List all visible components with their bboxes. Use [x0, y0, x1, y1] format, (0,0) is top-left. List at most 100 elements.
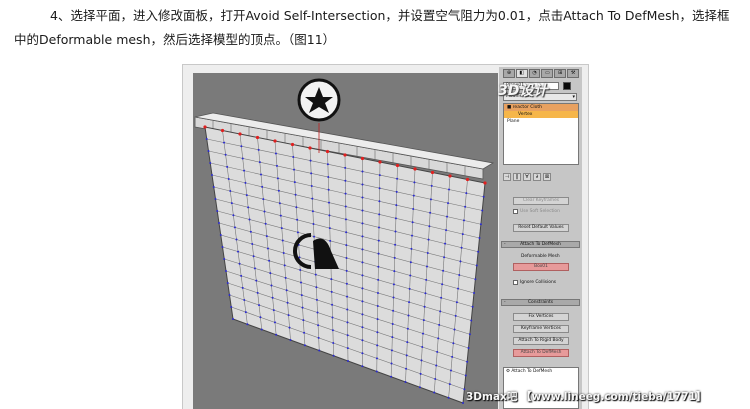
cloth-vertex: [282, 240, 284, 242]
cloth-vertex: [244, 182, 246, 184]
ignore-collisions-checkbox[interactable]: [513, 280, 518, 285]
cloth-vertex: [361, 274, 363, 276]
selected-vertex: [343, 153, 346, 156]
create-tab[interactable]: ⊕: [503, 69, 515, 78]
cloth-vertex: [422, 333, 424, 335]
cloth-vertex: [433, 392, 435, 394]
remove-modifier-icon[interactable]: ∂: [533, 173, 541, 181]
cloth-vertex: [245, 311, 247, 313]
watermark: 3Dmax吧 【www.lineeg.com/tieba/1771】: [466, 389, 706, 404]
object-color-swatch[interactable]: [563, 82, 571, 90]
deformable-mesh-label: Deformable Mesh: [521, 254, 560, 259]
cloth-vertex: [377, 279, 379, 281]
box01-pick-button[interactable]: Box01: [513, 263, 569, 271]
keyframe-vertices-button[interactable]: Keyframe Vertices: [513, 325, 569, 333]
selected-vertex: [291, 143, 294, 146]
cloth-vertex: [393, 283, 395, 285]
selected-vertex: [238, 132, 241, 135]
cloth-vertex: [426, 265, 428, 267]
cloth-vertex: [263, 210, 265, 212]
cloth-vertex: [376, 331, 378, 333]
cloth-vertex: [243, 299, 245, 301]
cloth-vertex: [273, 309, 275, 311]
cloth-vertex: [428, 225, 430, 227]
fix-vertices-button[interactable]: Fix Vertices: [513, 313, 569, 321]
cloth-vertex: [218, 222, 220, 224]
cloth-vertex: [311, 198, 313, 200]
constraints-rollout[interactable]: -Constraints: [501, 299, 580, 306]
cloth-vertex: [361, 261, 363, 263]
cloth-vertex: [223, 258, 225, 260]
cloth-vertex: [392, 323, 394, 325]
cloth-vertex: [361, 300, 363, 302]
clear-keyframes-button[interactable]: Clear Keyframes: [513, 197, 569, 205]
cloth-vertex: [240, 275, 242, 277]
display-tab[interactable]: ⊞: [554, 69, 566, 78]
cloth-vertex: [445, 229, 447, 231]
cloth-vertex: [477, 251, 479, 253]
stack-item-reactor-cloth[interactable]: ■ reactor Cloth: [504, 104, 578, 111]
cloth-vertex: [361, 287, 363, 289]
cloth-vertex: [452, 342, 454, 344]
list-item[interactable]: ⚙ Attach To DefMesh: [504, 368, 578, 375]
use-soft-selection-checkbox[interactable]: [513, 209, 518, 214]
cloth-vertex: [331, 304, 333, 306]
cloth-vertex: [262, 198, 264, 200]
make-unique-icon[interactable]: ∀: [523, 173, 531, 181]
use-soft-selection-label: Use Soft Selection: [520, 209, 560, 214]
cloth-vertex: [469, 333, 471, 335]
cloth-vertex: [424, 306, 426, 308]
perspective-viewport[interactable]: [193, 73, 498, 409]
selected-vertex: [256, 136, 259, 139]
selected-vertex: [326, 150, 329, 153]
cloth-vertex: [246, 323, 248, 325]
cloth-vertex: [431, 185, 433, 187]
cloth-vertex: [395, 204, 397, 206]
cloth-vertex: [292, 156, 294, 158]
reset-default-values-button[interactable]: Reset Default Values: [513, 224, 569, 232]
modify-tab[interactable]: ◧: [516, 69, 528, 78]
stack-item-vertex[interactable]: Vertex: [504, 111, 578, 118]
cloth-vertex: [251, 243, 253, 245]
cloth-vertex: [302, 307, 304, 309]
hierarchy-tab[interactable]: ◔: [529, 69, 541, 78]
cloth-vertex: [396, 178, 398, 180]
cloth-vertex: [237, 251, 239, 253]
selected-vertex: [466, 178, 469, 181]
attach-to-defmesh-button[interactable]: Attach To DefMesh: [513, 349, 569, 357]
cloth-vertex: [483, 196, 485, 198]
cloth-vertex: [259, 316, 261, 318]
attach-to-defmesh-rollout[interactable]: -Attach To DefMesh: [501, 241, 580, 248]
cloth-vertex: [295, 194, 297, 196]
utilities-tab[interactable]: ⚒: [567, 69, 579, 78]
cloth-vertex: [299, 269, 301, 271]
motion-tab[interactable]: ▭: [541, 69, 553, 78]
cloth-vertex: [481, 210, 483, 212]
cloth-vertex: [376, 344, 378, 346]
configure-sets-icon[interactable]: ⊠: [543, 173, 551, 181]
cloth-vertex: [346, 270, 348, 272]
cloth-vertex: [393, 270, 395, 272]
cloth-vertex: [447, 202, 449, 204]
cloth-vertex: [429, 212, 431, 214]
selected-vertex: [378, 160, 381, 163]
cloth-vertex: [412, 208, 414, 210]
cloth-vertex: [405, 381, 407, 383]
stack-item-plane[interactable]: Plane: [504, 118, 578, 125]
attach-to-rigid-body-button[interactable]: Attach To Rigid Body: [513, 337, 569, 345]
cloth-vertex: [254, 267, 256, 269]
cloth-vertex: [391, 363, 393, 365]
cloth-vertex: [331, 291, 333, 293]
show-end-result-icon[interactable]: ‖: [513, 173, 521, 181]
cloth-vertex: [258, 149, 260, 151]
cloth-vertex: [476, 265, 478, 267]
pin-stack-icon[interactable]: ⊣: [503, 173, 511, 181]
cloth-vertex: [300, 282, 302, 284]
cloth-vertex: [225, 270, 227, 272]
cloth-vertex: [466, 361, 468, 363]
cloth-vertex: [227, 282, 229, 284]
site-logo: 3D设计: [498, 80, 547, 100]
cloth-vertex: [361, 183, 363, 185]
cloth-vertex: [287, 302, 289, 304]
cloth-vertex: [223, 142, 225, 144]
